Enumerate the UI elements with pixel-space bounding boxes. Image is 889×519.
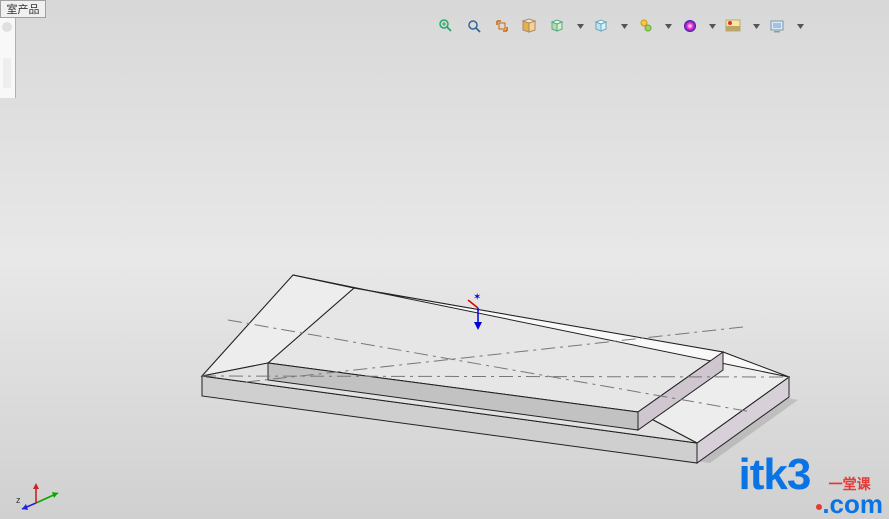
axis-z-label: z — [16, 495, 21, 505]
svg-text:✶: ✶ — [473, 292, 481, 303]
watermark-main: itk3 — [738, 450, 810, 500]
watermark: itk3 一堂课 .com — [738, 450, 883, 517]
model-viewport[interactable]: ✶ — [0, 0, 889, 519]
coordinate-triad: z — [16, 479, 62, 515]
watermark-suffix: .com — [816, 491, 883, 517]
